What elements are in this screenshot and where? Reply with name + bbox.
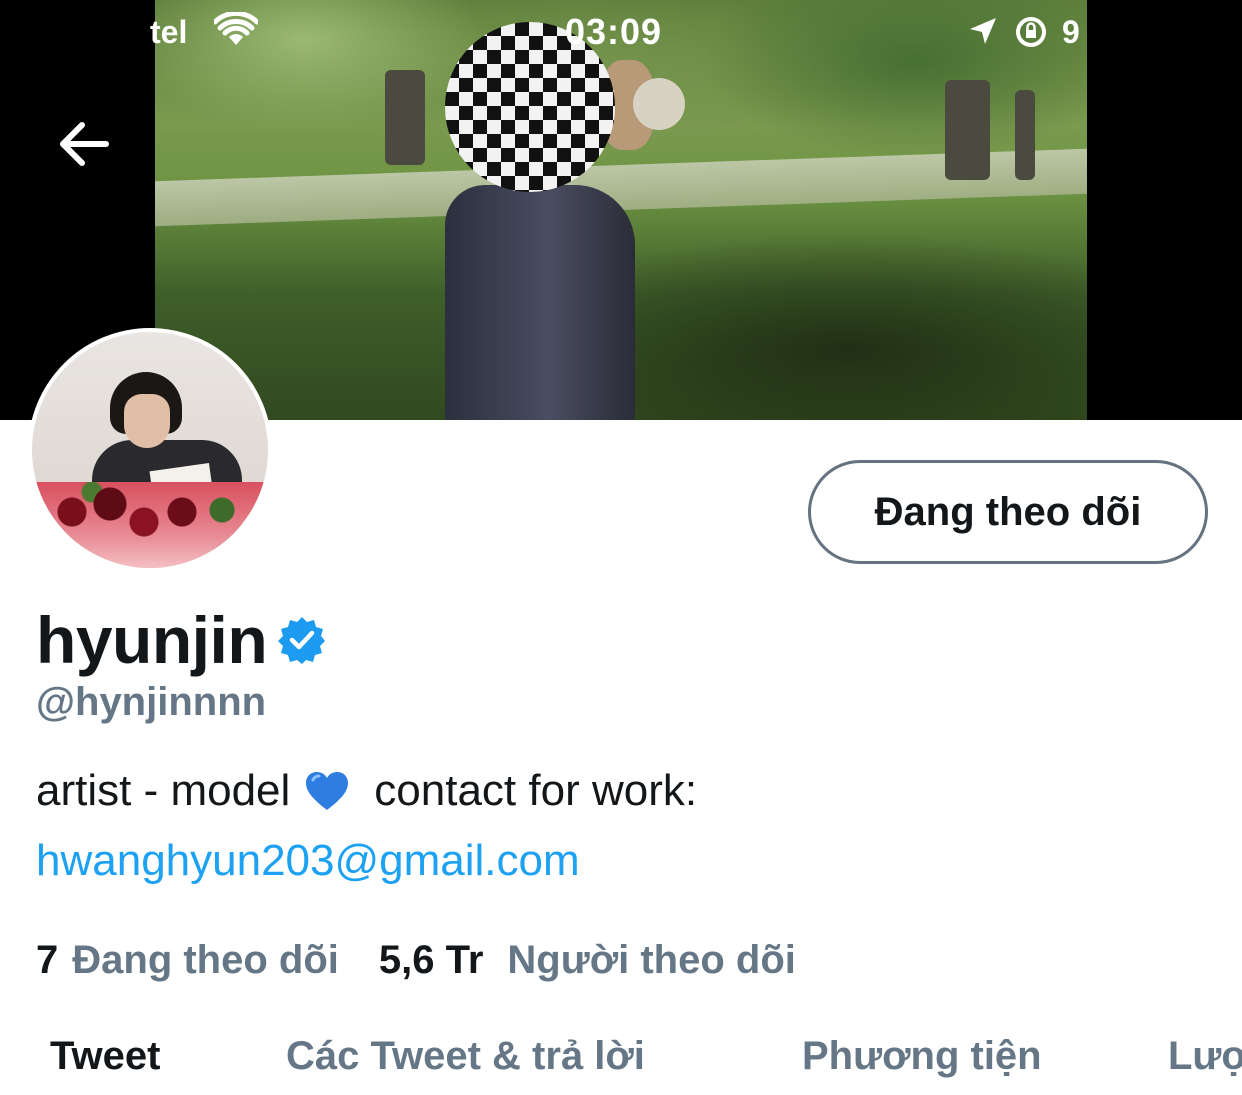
location-arrow-icon — [968, 16, 998, 51]
arrow-left-icon — [60, 122, 109, 166]
tab-media[interactable]: Phương tiện — [802, 1034, 1042, 1079]
bio-email-link[interactable]: hwanghyun203@gmail.com — [36, 838, 580, 884]
following-stat[interactable]: 7 Đang theo dõi — [36, 938, 339, 982]
back-button[interactable] — [52, 112, 116, 176]
handle: @hynjinnnn — [36, 680, 267, 724]
avatar-photo — [32, 332, 268, 568]
wifi-icon — [212, 10, 260, 53]
profile-tabs: Tweet Các Tweet & trả lời Phương tiện Lư… — [0, 1030, 1242, 1095]
avatar-flowers — [32, 482, 268, 568]
followers-count: 5,6 Tr — [378, 938, 484, 982]
banner-figure-body — [445, 185, 635, 420]
bio-text: artist - model — [36, 766, 291, 815]
followers-stat[interactable]: 5,6 Tr Người theo dõi — [379, 938, 796, 982]
avatar[interactable] — [28, 328, 272, 572]
tab-tweets-and-replies[interactable]: Các Tweet & trả lời — [286, 1034, 645, 1079]
banner-tree-trunk — [945, 80, 990, 180]
status-bar: tel 03:09 9 — [0, 0, 1242, 64]
banner-figure-pom — [633, 78, 685, 130]
carrier-label: tel — [150, 14, 188, 50]
followers-label: Người theo dõi — [507, 938, 796, 982]
name-row: hyunjin — [36, 600, 327, 680]
tab-likes[interactable]: Lượ — [1168, 1034, 1242, 1079]
following-label: Đang theo dõi — [72, 938, 339, 982]
following-count: 7 — [36, 938, 59, 982]
following-button[interactable]: Đang theo dõi — [808, 460, 1208, 564]
verified-badge-icon — [278, 617, 326, 664]
bio: artist - model contact for work: — [36, 768, 697, 814]
banner-tree-trunk — [385, 70, 425, 165]
avatar-face — [124, 394, 170, 448]
blue-heart-icon — [304, 770, 350, 812]
display-name: hyunjin — [36, 603, 268, 677]
battery-percentage: 9 — [1062, 14, 1080, 50]
banner-tree-trunk — [1015, 90, 1035, 180]
clock: 03:09 — [565, 11, 663, 52]
follow-stats: 7 Đang theo dõi 5,6 Tr Người theo dõi — [36, 938, 796, 982]
tab-tweets[interactable]: Tweet — [50, 1034, 160, 1079]
rotation-lock-icon — [1014, 15, 1048, 54]
bio-text-contact: contact for work: — [374, 766, 698, 815]
